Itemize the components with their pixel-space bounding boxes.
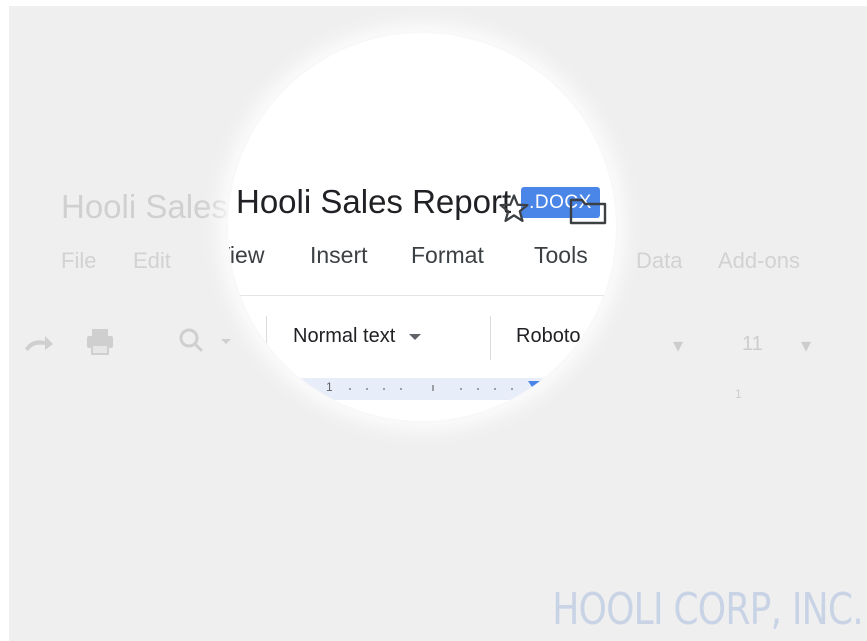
ruler-tick [383,388,385,390]
folder-icon[interactable] [568,196,608,226]
redo-icon [25,336,53,351]
screen-background: Hooli Sales Report File Edit Data Add-on… [9,6,867,641]
menu-insert[interactable]: Insert [310,242,368,269]
font-value: Roboto [516,325,581,347]
ruler[interactable] [229,378,616,400]
ruler-label-faded: 1 [735,387,742,401]
menu-addons-faded: Add-ons [718,248,800,273]
menu-data-faded: Data [636,248,683,273]
menu-tools[interactable]: Tools [534,242,588,269]
toolbar-divider [228,295,616,296]
toolbar-separator [490,316,491,360]
ruler-tick [349,388,351,390]
font-size-caret-faded: ▾ [801,335,812,357]
menu-file-faded: File [61,248,97,273]
paragraph-style-value: Normal text [293,325,396,347]
magnifier-lens: Hooli Sales Report .DOCX File Edit View … [228,33,616,421]
font-select[interactable]: Roboto [516,325,581,348]
document-title[interactable]: Hooli Sales Report .DOCX [236,183,600,221]
ruler-tick [494,388,496,390]
toolbar-separator [266,316,267,360]
menu-edit-faded: Edit [133,248,171,273]
ruler-label: 1 [326,380,333,394]
ruler-tick [432,385,434,391]
menu-format[interactable]: Format [411,242,484,269]
ruler-tick [477,388,479,390]
print-icon [87,329,113,355]
paragraph-style-select[interactable]: Normal text [293,325,422,348]
font-size-faded: 11 [742,333,763,355]
watermark: HOOLI CORP, INC. [552,584,863,635]
ruler-tick [366,388,368,390]
menu-view[interactable]: View [228,242,264,269]
indent-marker[interactable] [528,381,540,390]
star-icon[interactable] [497,192,531,226]
font-caret-faded: ▾ [673,335,684,357]
ruler-tick [460,388,462,390]
ruler-tick [511,388,513,390]
ruler-tick [400,388,402,390]
chevron-down-icon [409,333,422,340]
